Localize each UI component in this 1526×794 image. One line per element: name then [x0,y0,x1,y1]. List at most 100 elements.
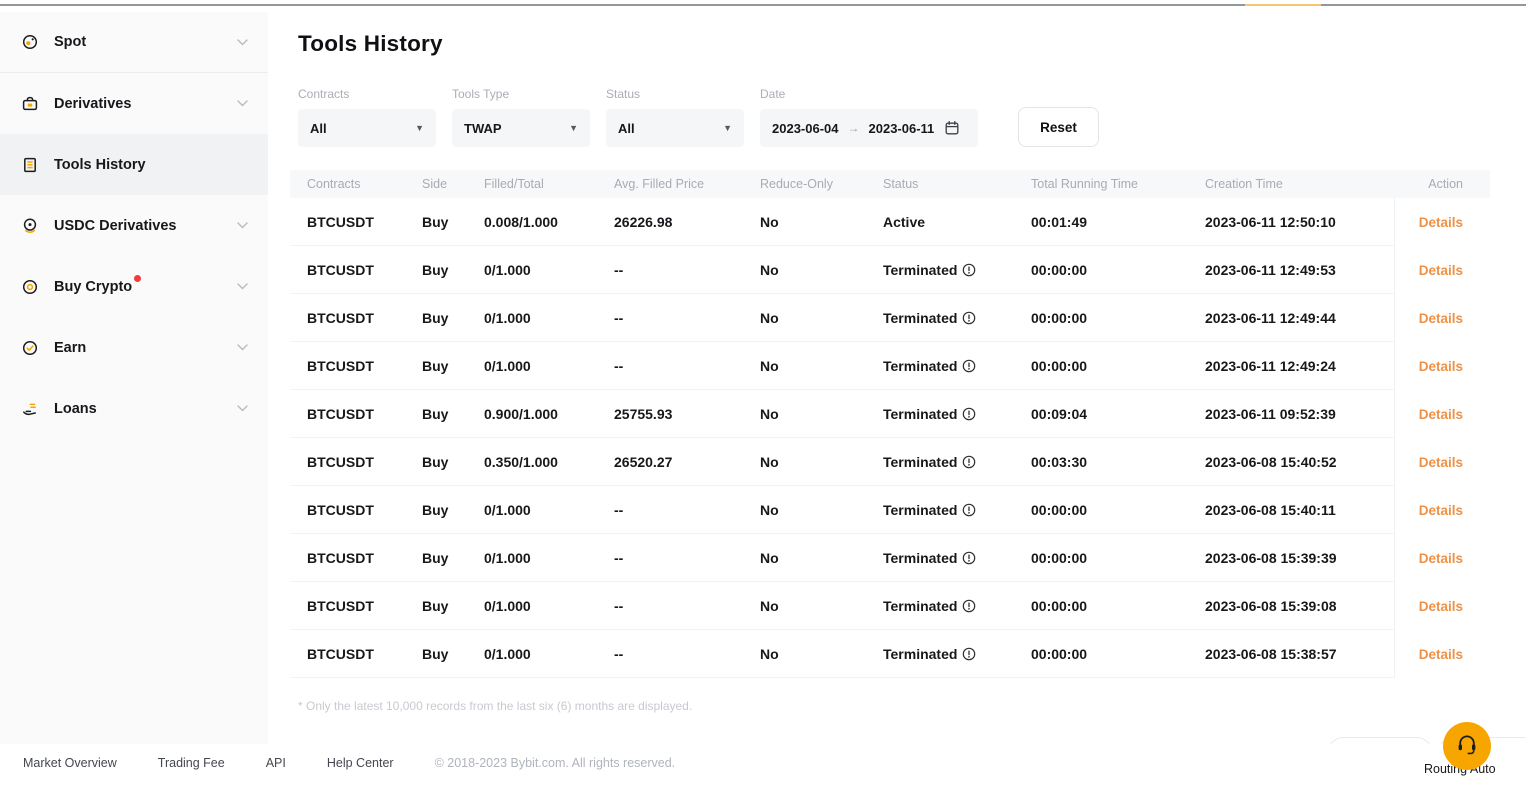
caret-down-icon: ▼ [723,123,732,133]
terminated-info-icon[interactable] [962,359,976,373]
cell-creation-time: 2023-06-11 09:52:39 [1205,406,1394,422]
sidebar-item-label: Derivatives [54,96,131,112]
table-row: BTCUSDTBuy0.008/1.00026226.98NoActive00:… [290,198,1490,246]
cell-contracts: BTCUSDT [290,502,422,518]
terminated-info-icon[interactable] [962,311,976,325]
terminated-info-icon[interactable] [962,647,976,661]
cell-side: Buy [422,262,484,278]
sidebar-item-label: Buy Crypto [54,279,132,295]
cell-reduce-only: No [760,358,883,374]
footer-link-help-center[interactable]: Help Center [327,756,394,770]
cell-creation-time: 2023-06-08 15:39:39 [1205,550,1394,566]
cell-side: Buy [422,310,484,326]
loans-icon [21,400,39,418]
details-link[interactable]: Details [1419,551,1463,566]
cell-total-running-time: 00:00:00 [1031,502,1205,518]
cell-total-running-time: 00:03:30 [1031,454,1205,470]
table-row: BTCUSDTBuy0.900/1.00025755.93NoTerminate… [290,390,1490,438]
sidebar-item-derivatives[interactable]: Derivatives [0,73,268,134]
details-link[interactable]: Details [1419,599,1463,614]
details-link[interactable]: Details [1419,647,1463,662]
cell-creation-time: 2023-06-08 15:39:08 [1205,598,1394,614]
footer: Market Overview Trading Fee API Help Center… [0,744,1526,794]
cell-filled-total: 0/1.000 [484,598,614,614]
cell-total-running-time: 00:00:00 [1031,262,1205,278]
cell-action: Details [1394,630,1490,678]
sidebar-item-label: Loans [54,401,97,417]
cell-avg-filled-price: 25755.93 [614,406,760,422]
details-link[interactable]: Details [1419,407,1463,422]
sidebar-item-spot[interactable]: Spot [0,12,268,73]
earn-icon [21,339,39,357]
column-header-reduce-only: Reduce-Only [760,177,883,191]
cell-side: Buy [422,646,484,662]
cell-reduce-only: No [760,502,883,518]
status-text: Terminated [883,310,957,326]
table-footnote: * Only the latest 10,000 records from th… [298,699,692,713]
sidebar-item-buy-crypto[interactable]: Buy Crypto [0,256,268,317]
cell-total-running-time: 00:01:49 [1031,214,1205,230]
cell-reduce-only: No [760,646,883,662]
terminated-info-icon[interactable] [962,455,976,469]
cell-status: Terminated [883,550,1031,566]
details-link[interactable]: Details [1419,311,1463,326]
cell-status: Terminated [883,454,1031,470]
contracts-select[interactable]: All ▼ [298,109,436,147]
column-header-creation-time: Creation Time [1205,177,1394,191]
cell-avg-filled-price: -- [614,550,760,566]
cell-status: Active [883,214,1031,230]
details-link[interactable]: Details [1419,455,1463,470]
cell-status: Terminated [883,310,1031,326]
cell-creation-time: 2023-06-11 12:50:10 [1205,214,1394,230]
sidebar-item-earn[interactable]: Earn [0,317,268,378]
sidebar-item-usdc-derivatives[interactable]: USDC Derivatives [0,195,268,256]
column-header-total-running-time: Total Running Time [1031,177,1205,191]
cell-creation-time: 2023-06-08 15:40:11 [1205,502,1394,518]
reset-button[interactable]: Reset [1018,107,1099,147]
support-chat-button[interactable] [1443,722,1491,770]
sidebar-item-label: Tools History [54,157,146,173]
tools-type-select[interactable]: TWAP ▼ [452,109,590,147]
cell-reduce-only: No [760,550,883,566]
terminated-info-icon[interactable] [962,503,976,517]
sidebar-item-loans[interactable]: Loans [0,378,268,439]
cell-action: Details [1394,294,1490,342]
terminated-info-icon[interactable] [962,599,976,613]
footer-link-market-overview[interactable]: Market Overview [23,756,117,770]
cell-action: Details [1394,534,1490,582]
details-link[interactable]: Details [1419,215,1463,230]
column-header-contracts: Contracts [290,177,422,191]
cell-action: Details [1394,246,1490,294]
cell-creation-time: 2023-06-11 12:49:24 [1205,358,1394,374]
chevron-down-icon [237,100,248,107]
status-text: Terminated [883,646,957,662]
cell-creation-time: 2023-06-08 15:38:57 [1205,646,1394,662]
calendar-icon [944,120,960,136]
page-title: Tools History [298,31,443,57]
date-range-picker[interactable]: 2023-06-04 → 2023-06-11 [760,109,978,147]
top-progress-segment [1245,4,1321,6]
chevron-down-icon [237,405,248,412]
cell-contracts: BTCUSDT [290,646,422,662]
table-row: BTCUSDTBuy0/1.000--NoTerminated00:00:002… [290,486,1490,534]
tools-type-filter-label: Tools Type [452,87,590,101]
status-select[interactable]: All ▼ [606,109,744,147]
cell-reduce-only: No [760,406,883,422]
footer-link-trading-fee[interactable]: Trading Fee [158,756,225,770]
cell-avg-filled-price: -- [614,598,760,614]
footer-link-api[interactable]: API [266,756,286,770]
sidebar-item-tools-history[interactable]: Tools History [0,134,268,195]
cell-action: Details [1394,390,1490,438]
terminated-info-icon[interactable] [962,551,976,565]
cell-avg-filled-price: -- [614,358,760,374]
caret-down-icon: ▼ [569,123,578,133]
terminated-info-icon[interactable] [962,407,976,421]
status-text: Terminated [883,454,957,470]
status-filter-label: Status [606,87,744,101]
spot-icon [21,33,39,51]
terminated-info-icon[interactable] [962,263,976,277]
details-link[interactable]: Details [1419,359,1463,374]
details-link[interactable]: Details [1419,263,1463,278]
status-text: Terminated [883,502,957,518]
details-link[interactable]: Details [1419,503,1463,518]
